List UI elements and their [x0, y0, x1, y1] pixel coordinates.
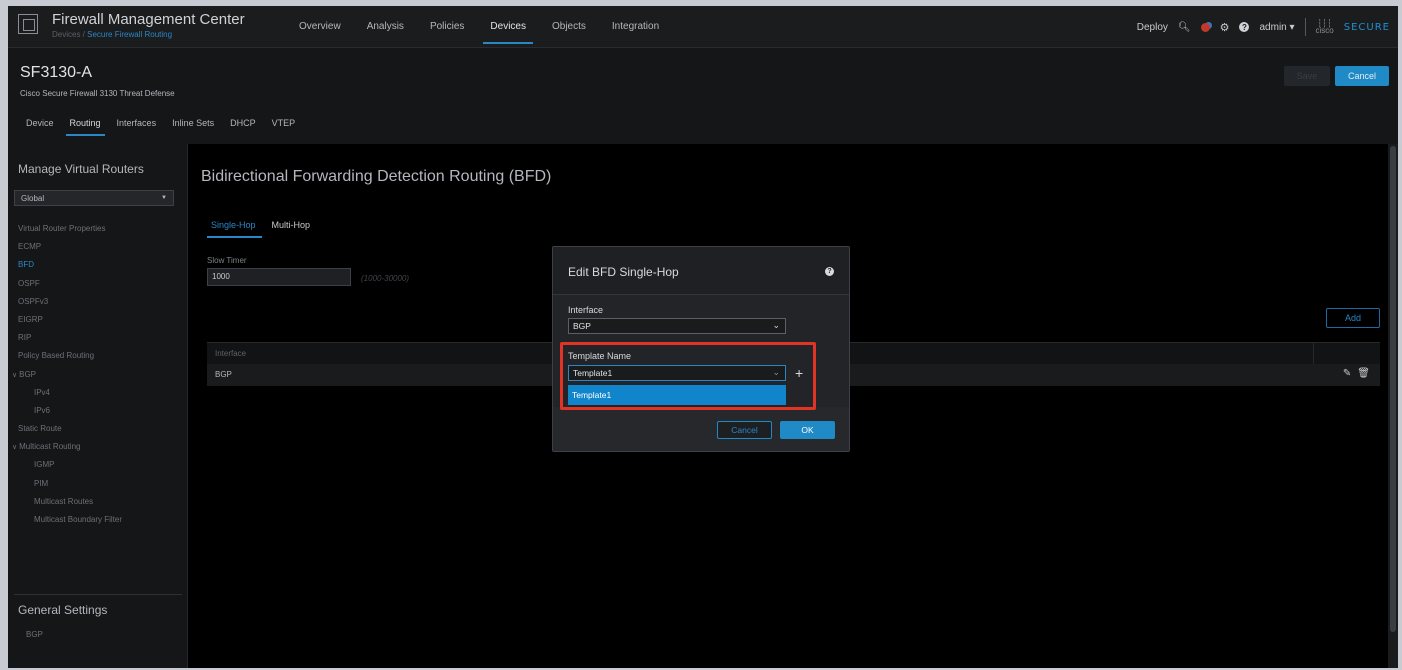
sidebar-item-bgp[interactable]: ∨ BGP	[8, 366, 188, 384]
template-name-select[interactable]: Template1 ⌄	[568, 365, 786, 381]
sidebar-item-rip[interactable]: RIP	[8, 329, 188, 347]
page-scrollbar[interactable]	[1388, 144, 1398, 668]
dialog-header: Edit BFD Single-Hop ?	[553, 247, 849, 295]
cisco-logo: ┆┆┆ cisco	[1315, 19, 1334, 35]
interface-select[interactable]: BGP ⌄	[568, 318, 786, 334]
sidebar-item-policy-based-routing[interactable]: Policy Based Routing	[8, 347, 188, 365]
edit-icon[interactable]: ✎︎	[1343, 368, 1351, 379]
nav-analysis[interactable]: Analysis	[354, 6, 417, 48]
slow-timer-label: Slow Timer	[207, 256, 247, 265]
dropdown-option-template1[interactable]: Template1	[568, 385, 786, 405]
slow-timer-hint: (1000-30000)	[361, 274, 410, 283]
interface-label: Interface	[568, 305, 604, 315]
sidebar-title: Manage Virtual Routers	[18, 162, 144, 176]
secure-brand: SECURE	[1343, 21, 1390, 33]
user-menu[interactable]: admin ▾	[1259, 22, 1294, 33]
help-icon[interactable]: ?	[825, 267, 834, 276]
sidebar-item-multicast-routing[interactable]: ∨ Multicast Routing	[8, 438, 188, 456]
nav-overview[interactable]: Overview	[286, 6, 354, 48]
dialog-ok-button[interactable]: OK	[780, 421, 835, 439]
trash-icon[interactable]: 🗑︎	[1357, 368, 1370, 379]
main-nav: Overview Analysis Policies Devices Objec…	[286, 6, 672, 48]
cell-interface: BGP	[215, 370, 232, 379]
page-title: Bidirectional Forwarding Detection Routi…	[201, 168, 552, 185]
sidebar-item-igmp[interactable]: IGMP	[8, 456, 188, 474]
column-interface: Interface	[215, 349, 247, 358]
sidebar-item-static-route[interactable]: Static Route	[8, 420, 188, 438]
chevron-down-icon: ⌄	[772, 367, 780, 377]
tab-inline-sets[interactable]: Inline Sets	[164, 118, 222, 136]
sidebar-item-eigrp[interactable]: EIGRP	[8, 311, 188, 329]
nav-devices[interactable]: Devices	[477, 6, 539, 48]
device-name: SF3130-A	[20, 64, 93, 81]
template-name-label: Template Name	[568, 351, 632, 361]
nav-policies[interactable]: Policies	[417, 6, 477, 48]
caret-down-icon: ▼	[161, 195, 167, 201]
chevron-down-icon: ⌄	[772, 320, 780, 330]
tab-multi-hop[interactable]: Multi-Hop	[268, 220, 317, 238]
sidebar-item-ecmp[interactable]: ECMP	[8, 238, 188, 256]
fmc-logo-icon[interactable]	[18, 14, 38, 34]
general-settings-title: General Settings	[18, 603, 108, 617]
column-divider	[1313, 343, 1314, 365]
dialog-cancel-button[interactable]: Cancel	[717, 421, 772, 439]
device-header: SF3130-A Cisco Secure Firewall 3130 Thre…	[8, 48, 1398, 144]
nav-objects[interactable]: Objects	[539, 6, 599, 48]
sidebar-item-pim[interactable]: PIM	[8, 475, 188, 493]
tab-device[interactable]: Device	[18, 118, 62, 136]
breadcrumb-devices[interactable]: Devices /	[52, 30, 87, 39]
virtual-router-select[interactable]: Global ▼	[14, 190, 174, 206]
device-model: Cisco Secure Firewall 3130 Threat Defens…	[20, 89, 175, 98]
screen: Firewall Management Center Devices / Sec…	[8, 6, 1398, 668]
gear-icon[interactable]: ⚙︎	[1220, 21, 1230, 34]
nav-integration[interactable]: Integration	[599, 6, 672, 48]
sidebar-list: Virtual Router Properties ECMP BFD OSPF …	[8, 220, 188, 529]
bfd-tabs: Single-Hop Multi-Hop	[207, 220, 316, 238]
tab-single-hop[interactable]: Single-Hop	[207, 220, 262, 238]
dialog-title: Edit BFD Single-Hop	[568, 265, 679, 279]
breadcrumb-current: Secure Firewall Routing	[87, 30, 173, 39]
save-button[interactable]: Save	[1284, 66, 1330, 86]
breadcrumb: Devices / Secure Firewall Routing	[52, 30, 172, 39]
edit-bfd-dialog: Edit BFD Single-Hop ? Interface BGP ⌄ Tem…	[552, 246, 850, 452]
search-icon[interactable]: 🔍︎	[1178, 22, 1191, 33]
nav-divider	[1304, 18, 1306, 36]
deploy-button[interactable]: Deploy	[1137, 22, 1168, 33]
slow-timer-input[interactable]: 1000	[207, 268, 351, 286]
sidebar-divider	[14, 594, 182, 595]
chevron-down-icon: ∨	[12, 444, 18, 452]
sidebar-item-virtual-router-properties[interactable]: Virtual Router Properties	[8, 220, 188, 238]
tab-interfaces[interactable]: Interfaces	[109, 118, 165, 136]
tab-routing[interactable]: Routing	[62, 118, 109, 136]
sidebar-item-ospfv3[interactable]: OSPFv3	[8, 293, 188, 311]
cancel-button[interactable]: Cancel	[1335, 66, 1389, 86]
help-icon[interactable]: ?	[1239, 22, 1250, 32]
app-title: Firewall Management Center	[52, 11, 245, 28]
row-actions: ✎︎ 🗑︎	[1343, 368, 1370, 379]
sidebar-item-ipv6[interactable]: IPv6	[8, 402, 188, 420]
device-tabs: Device Routing Interfaces Inline Sets DH…	[18, 118, 303, 136]
sidebar-item-general-bgp[interactable]: BGP	[26, 630, 43, 639]
add-button[interactable]: Add	[1326, 308, 1380, 328]
nav-right-tools: Deploy 🔍︎ ⚙︎ ? admin ▾ ┆┆┆ cisco SECURE	[1137, 6, 1390, 48]
notifications-icon[interactable]	[1200, 22, 1210, 32]
sidebar-item-bfd[interactable]: BFD	[8, 256, 188, 274]
routing-sidebar: Manage Virtual Routers Global ▼ Virtual R…	[8, 144, 188, 668]
scroll-thumb[interactable]	[1390, 146, 1396, 632]
tab-vtep[interactable]: VTEP	[264, 118, 304, 136]
sidebar-item-multicast-boundary-filter[interactable]: Multicast Boundary Filter	[8, 511, 188, 529]
top-navbar: Firewall Management Center Devices / Sec…	[8, 6, 1398, 48]
sidebar-item-multicast-routes[interactable]: Multicast Routes	[8, 493, 188, 511]
add-template-icon[interactable]: +	[795, 365, 803, 381]
sidebar-item-ipv4[interactable]: IPv4	[8, 384, 188, 402]
tab-dhcp[interactable]: DHCP	[222, 118, 264, 136]
sidebar-item-ospf[interactable]: OSPF	[8, 275, 188, 293]
chevron-down-icon: ∨	[12, 371, 18, 379]
